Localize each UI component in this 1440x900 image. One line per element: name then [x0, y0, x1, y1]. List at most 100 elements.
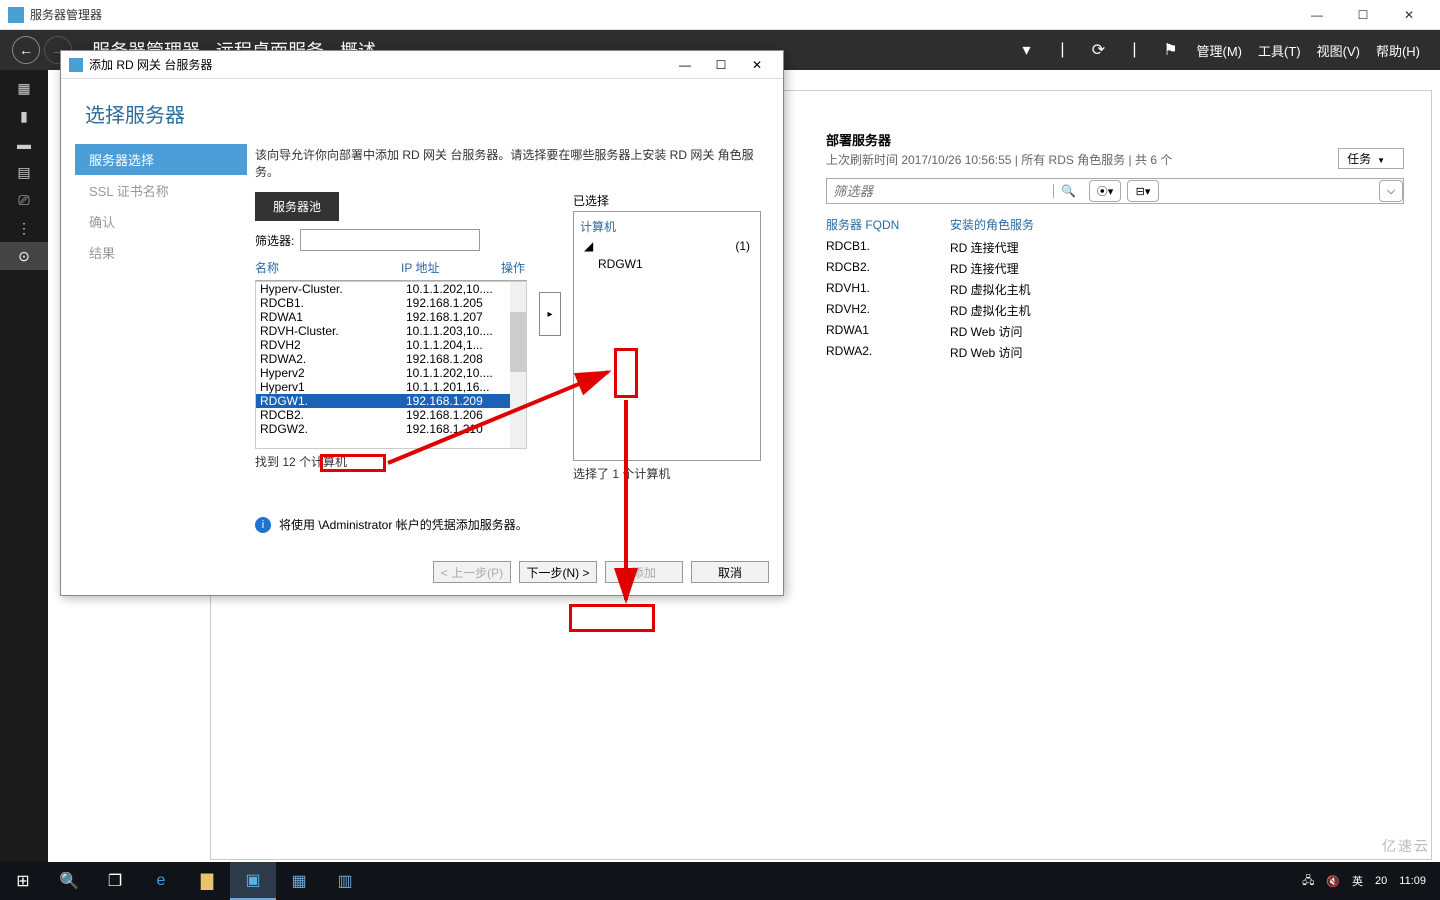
menu-manage[interactable]: 管理(M) — [1197, 41, 1243, 60]
menu-view[interactable]: 视图(V) — [1317, 41, 1360, 60]
annotation-box-rdgw1 — [320, 454, 386, 472]
next-button[interactable]: 下一步(N) > — [519, 561, 597, 583]
rail-item-2[interactable]: ▬ — [0, 130, 48, 158]
taskbar-search[interactable]: 🔍 — [46, 862, 92, 900]
panel-title: 部署服务器 — [826, 130, 1404, 149]
pool-filter-input[interactable] — [300, 229, 480, 251]
separator: | — [1051, 41, 1075, 59]
tree-toggle[interactable]: ◢ — [584, 239, 593, 253]
col-ip[interactable]: IP 地址 — [401, 259, 501, 276]
table-row[interactable]: RDCB2.RD 连接代理 — [826, 258, 1404, 279]
annotation-box-next — [569, 604, 655, 632]
dropdown-icon[interactable]: ▾ — [1015, 40, 1039, 60]
info-icon: i — [255, 517, 271, 533]
col-op[interactable]: 操作 — [501, 259, 527, 276]
start-button[interactable]: ⊞ — [0, 862, 46, 900]
close-button[interactable]: ✕ — [1386, 0, 1432, 30]
view-pill-1[interactable]: ⦿▾ — [1089, 180, 1121, 202]
taskbar-app-1[interactable]: ▦ — [276, 862, 322, 900]
col-role[interactable]: 安装的角色服务 — [950, 216, 1034, 233]
col-fqdn[interactable]: 服务器 FQDN — [826, 216, 950, 233]
table-row[interactable]: RDCB1.RD 连接代理 — [826, 237, 1404, 258]
watermark: 亿速云 — [1382, 836, 1430, 856]
step-result[interactable]: 结果 — [75, 237, 247, 268]
tray-date[interactable]: 20 — [1375, 875, 1387, 887]
table-row[interactable]: RDVH1.RD 虚拟化主机 — [826, 279, 1404, 300]
rail-item-1[interactable]: ▮ — [0, 102, 48, 130]
selected-count: (1) — [735, 239, 750, 253]
tasks-dropdown[interactable]: 任务 — [1338, 148, 1404, 169]
step-server-select[interactable]: 服务器选择 — [75, 144, 247, 175]
taskbar-server-manager[interactable]: ▣ — [230, 862, 276, 900]
pool-row[interactable]: Hyperv210.1.1.202,10.... — [256, 366, 526, 380]
pool-row[interactable]: RDVH-Cluster.10.1.1.203,10.... — [256, 324, 526, 338]
pool-row[interactable]: RDCB1.192.168.1.205 — [256, 296, 526, 310]
selected-computer[interactable]: RDGW1 — [578, 255, 756, 273]
rail-item-5[interactable]: ⋮ — [0, 214, 48, 242]
server-pool-list[interactable]: Hyperv-Cluster.10.1.1.202,10....RDCB1.19… — [255, 281, 527, 449]
dialog-maximize[interactable]: ☐ — [703, 51, 739, 79]
table-row[interactable]: RDVH2.RD 虚拟化主机 — [826, 300, 1404, 321]
col-name[interactable]: 名称 — [255, 259, 401, 276]
dialog-close[interactable]: ✕ — [739, 51, 775, 79]
wizard-dialog: 添加 RD 网关 台服务器 — ☐ ✕ 选择服务器 服务器选择 SSL 证书名称… — [60, 50, 784, 596]
taskbar-explorer[interactable]: ▇ — [184, 862, 230, 900]
menu-tools[interactable]: 工具(T) — [1258, 41, 1301, 60]
step-confirm[interactable]: 确认 — [75, 206, 247, 237]
rail-item-3[interactable]: ▤ — [0, 158, 48, 186]
deploy-servers-panel: 部署服务器 上次刷新时间 2017/10/26 10:56:55 | 所有 RD… — [826, 130, 1404, 363]
dialog-minimize[interactable]: — — [667, 51, 703, 79]
maximize-button[interactable]: ☐ — [1340, 0, 1386, 30]
wizard-heading: 选择服务器 — [61, 79, 783, 138]
selected-list[interactable]: 计算机 ◢ (1) RDGW1 — [573, 211, 761, 461]
dialog-icon — [69, 58, 83, 72]
add-arrow-button[interactable]: ▸ — [539, 292, 561, 336]
tray-volume-icon[interactable]: 🔇 — [1326, 875, 1340, 888]
selected-label: 已选择 — [573, 192, 761, 209]
menu-help[interactable]: 帮助(H) — [1376, 41, 1420, 60]
filter-bar: 🔍 ⦿▾ ⊟▾ ⌵ — [826, 178, 1404, 204]
window-title: 服务器管理器 — [30, 6, 1294, 23]
prev-button: < 上一步(P) — [433, 561, 511, 583]
refresh-icon[interactable]: ⟳ — [1087, 40, 1111, 60]
rail-item-0[interactable]: ▦ — [0, 74, 48, 102]
tray-ime[interactable]: 英 — [1352, 873, 1363, 889]
step-ssl[interactable]: SSL 证书名称 — [75, 175, 247, 206]
expand-icon[interactable]: ⌵ — [1379, 180, 1403, 202]
rail-item-6[interactable]: ⊙ — [0, 242, 48, 270]
wizard-desc: 该向导允许你向部署中添加 RD 网关 台服务器。请选择要在哪些服务器上安装 RD… — [255, 146, 761, 180]
pool-row[interactable]: Hyperv110.1.1.201,16... — [256, 380, 526, 394]
pool-row[interactable]: RDCB2.192.168.1.206 — [256, 408, 526, 422]
pool-row[interactable]: RDVH210.1.1.204,1... — [256, 338, 526, 352]
taskbar-app-2[interactable]: ▥ — [322, 862, 368, 900]
rail-item-4[interactable]: ⎚ — [0, 186, 48, 214]
annotation-box-arrow — [614, 348, 638, 398]
system-tray[interactable]: 🖧 🔇 英 20 11:09 — [1296, 872, 1440, 891]
selected-header: 计算机 — [578, 216, 756, 237]
tray-net-icon[interactable]: 🖧 — [1302, 872, 1314, 891]
pool-row[interactable]: Hyperv-Cluster.10.1.1.202,10.... — [256, 282, 526, 296]
filter-input[interactable] — [827, 179, 1053, 203]
table-row[interactable]: RDWA2.RD Web 访问 — [826, 342, 1404, 363]
search-icon[interactable]: 🔍 — [1053, 184, 1083, 198]
filter-label: 筛选器: — [255, 232, 294, 249]
taskview-button[interactable]: ❐ — [92, 862, 138, 900]
scrollbar[interactable] — [510, 282, 526, 448]
pool-row[interactable]: RDGW2.192.168.1.210 — [256, 422, 526, 436]
found-count: 找到 12 个计算机 — [255, 453, 527, 470]
pool-row[interactable]: RDGW1.192.168.1.209 — [256, 394, 526, 408]
pool-row[interactable]: RDWA2.192.168.1.208 — [256, 352, 526, 366]
window-titlebar: 服务器管理器 — ☐ ✕ — [0, 0, 1440, 30]
separator: | — [1123, 41, 1147, 59]
tray-time[interactable]: 11:09 — [1399, 875, 1426, 887]
wizard-steps: 服务器选择 SSL 证书名称 确认 结果 — [75, 138, 247, 541]
minimize-button[interactable]: — — [1294, 0, 1340, 30]
flag-icon[interactable]: ⚑ — [1159, 40, 1183, 60]
view-pill-2[interactable]: ⊟▾ — [1127, 180, 1159, 202]
back-button[interactable]: ← — [12, 36, 40, 64]
tab-server-pool[interactable]: 服务器池 — [255, 192, 339, 221]
taskbar-ie[interactable]: e — [138, 862, 184, 900]
table-row[interactable]: RDWA1RD Web 访问 — [826, 321, 1404, 342]
pool-row[interactable]: RDWA1192.168.1.207 — [256, 310, 526, 324]
cancel-button[interactable]: 取消 — [691, 561, 769, 583]
